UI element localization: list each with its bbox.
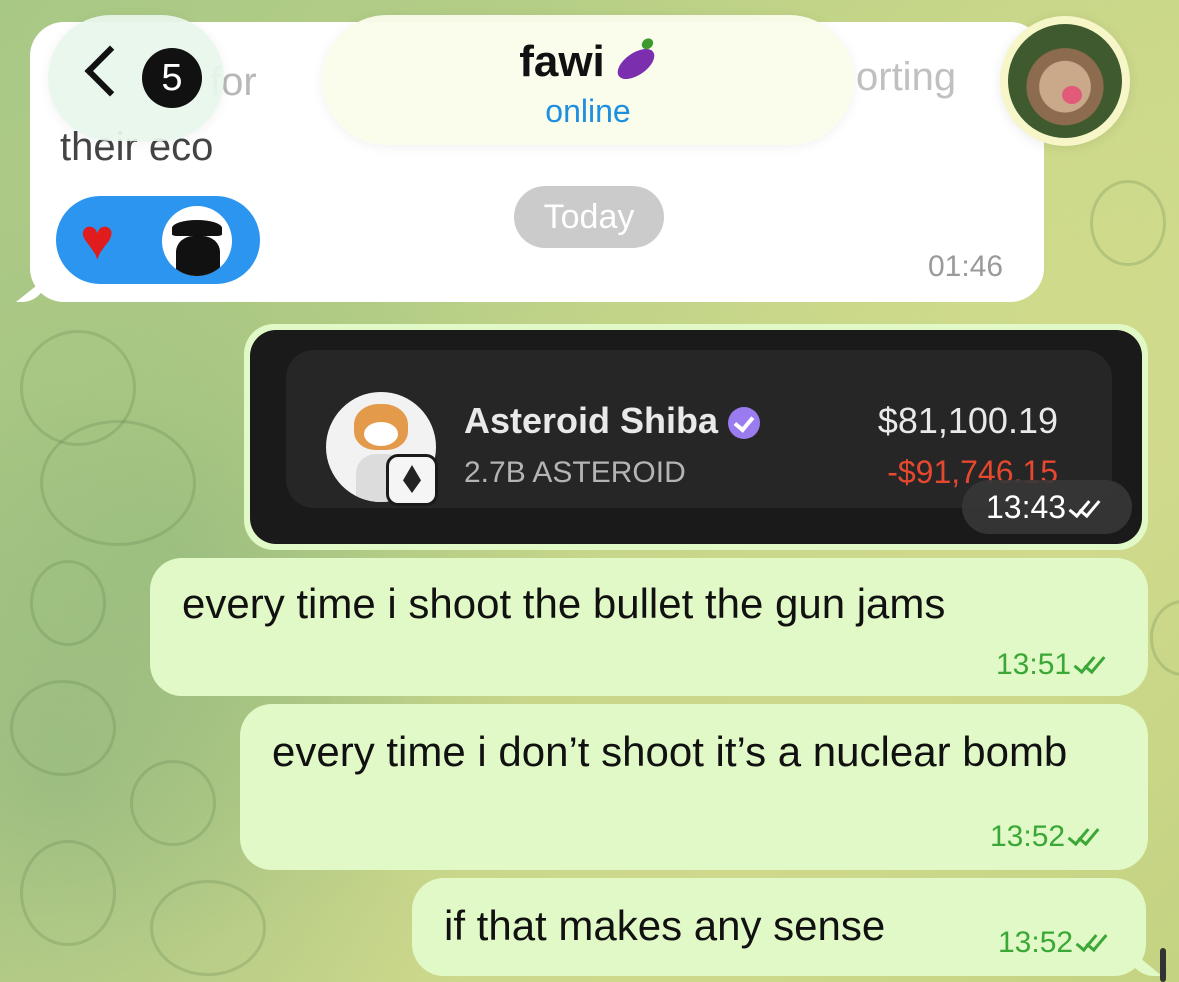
wallpaper-doodle <box>30 560 106 646</box>
ethereum-chain-icon <box>386 454 438 506</box>
outgoing-message-bubble[interactable]: every time i don’t shoot it’s a nuclear … <box>240 704 1148 870</box>
chat-title-button[interactable]: fawi online <box>322 15 854 145</box>
reactor-avatar <box>162 206 232 276</box>
token-name: Asteroid Shiba <box>464 400 761 442</box>
double-check-icon <box>1077 934 1105 954</box>
timestamp-text: 13:52 <box>990 820 1066 853</box>
token-card-message[interactable]: Asteroid Shiba 2.7B ASTEROID $81,100.19 … <box>244 324 1148 550</box>
message-timestamp: 13:51 <box>996 648 1103 682</box>
timestamp-text: 13:51 <box>996 648 1072 681</box>
wallpaper-doodle <box>20 840 116 946</box>
back-button[interactable]: 5 <box>48 15 224 141</box>
reaction-pill[interactable]: ♥ <box>56 196 260 284</box>
date-separator: Today <box>514 186 664 248</box>
token-amount: 2.7B ASTEROID <box>464 456 686 489</box>
message-text: every time i shoot the bullet the gun ja… <box>182 580 946 627</box>
wallpaper-doodle <box>150 880 266 976</box>
heart-reaction-icon: ♥ <box>80 207 115 272</box>
message-text-fragment: orting <box>856 55 957 99</box>
wallpaper-doodle <box>10 680 116 776</box>
message-timestamp: 13:52 <box>998 926 1105 960</box>
outgoing-message-bubble[interactable]: every time i shoot the bullet the gun ja… <box>150 558 1148 696</box>
double-check-icon <box>1075 656 1103 676</box>
cat-avatar-photo <box>1008 24 1122 138</box>
wallpaper-doodle <box>1150 600 1179 676</box>
wallpaper-doodle <box>130 760 216 846</box>
double-check-icon <box>1070 500 1098 520</box>
message-text: every time i don’t shoot it’s a nuclear … <box>272 728 1068 775</box>
message-text: if that makes any sense <box>444 902 886 949</box>
message-timestamp: 01:46 <box>928 250 1004 283</box>
message-timestamp: 13:43 <box>962 480 1132 534</box>
contact-name-text: fawi <box>519 37 605 86</box>
cat-tongue-icon <box>1062 86 1082 104</box>
wallpaper-doodle <box>1090 180 1166 266</box>
contact-name: fawi <box>322 37 854 87</box>
unread-count-badge: 5 <box>142 48 202 108</box>
token-card: Asteroid Shiba 2.7B ASTEROID $81,100.19 … <box>250 330 1142 544</box>
double-check-icon <box>1069 828 1097 848</box>
contact-avatar[interactable] <box>1000 16 1130 146</box>
timestamp-text: 13:43 <box>986 489 1067 525</box>
message-timestamp: 13:52 <box>990 820 1097 854</box>
contact-status: online <box>545 93 631 129</box>
token-name-text: Asteroid Shiba <box>464 400 719 441</box>
chevron-left-icon <box>84 45 136 97</box>
outgoing-message-bubble[interactable]: if that makes any sense 13:52 <box>412 878 1162 976</box>
token-price: $81,100.19 <box>877 400 1058 441</box>
eggplant-emoji-icon <box>612 43 660 86</box>
timestamp-text: 13:52 <box>998 926 1074 959</box>
wallpaper-doodle <box>40 420 196 546</box>
verified-badge-icon <box>728 407 761 440</box>
scroll-indicator[interactable] <box>1160 948 1166 982</box>
